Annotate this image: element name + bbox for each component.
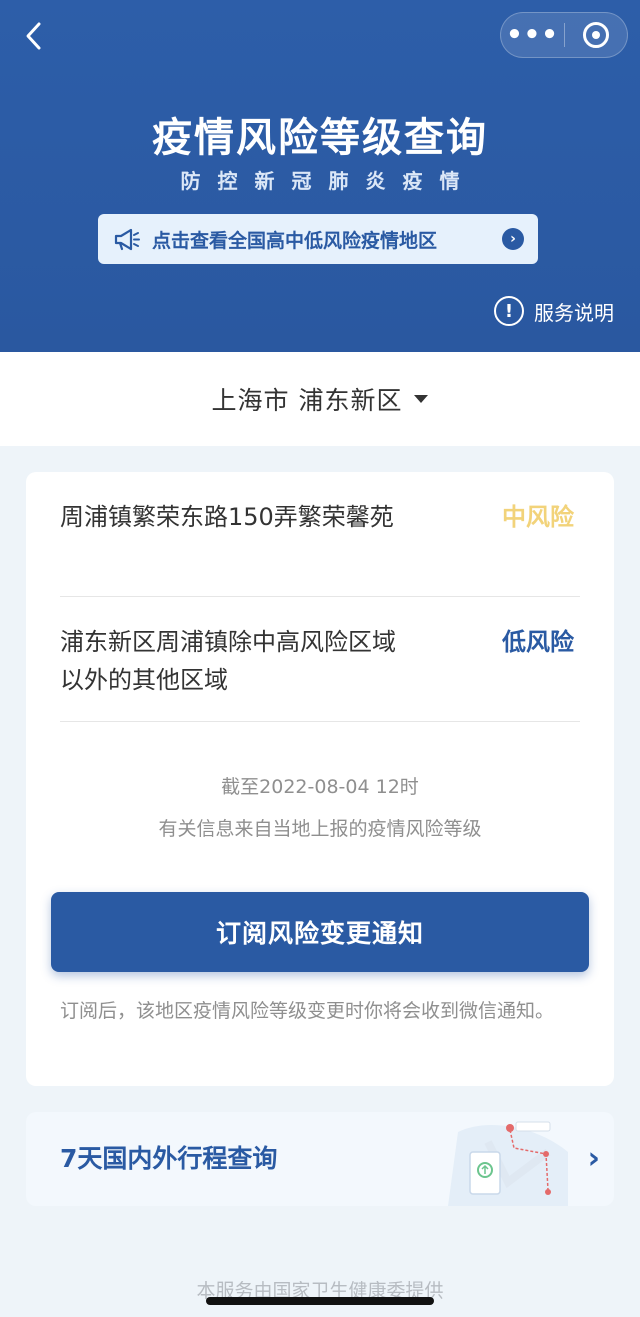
location-selector[interactable]: 上海市 浦东新区	[0, 352, 640, 446]
national-risk-areas-link[interactable]: 点击查看全国高中低风险疫情地区 ›	[98, 214, 538, 264]
source-note: 有关信息来自当地上报的疫情风险等级	[158, 818, 482, 840]
chevron-right-icon: ›	[587, 1141, 600, 1176]
risk-area-name: 周浦镇繁荣东路150弄繁荣馨苑	[60, 503, 394, 531]
more-dots-icon[interactable]: •••	[501, 13, 564, 57]
risk-level-badge: 中风险	[502, 503, 574, 531]
divider	[60, 596, 580, 597]
service-info-label: 服务说明	[534, 300, 614, 325]
notice-text: 点击查看全国高中低风险疫情地区	[152, 229, 438, 252]
chevron-right-icon: ›	[502, 228, 524, 250]
page-title: 疫情风险等级查询	[152, 115, 488, 161]
megaphone-icon	[114, 228, 140, 251]
miniapp-capsule: •••	[500, 12, 628, 58]
back-icon[interactable]	[18, 18, 50, 54]
subscribe-tip: 订阅后，该地区疫情风险等级变更时你将会收到微信通知。	[60, 1000, 555, 1022]
service-info-link[interactable]: ! 服务说明	[494, 296, 614, 326]
risk-row: 周浦镇繁荣东路150弄繁荣馨苑 中风险	[60, 498, 580, 536]
divider	[60, 721, 580, 722]
risk-area-name: 浦东新区周浦镇除中高风险区域以外的其他区域	[60, 628, 396, 694]
route-map-illustration-icon	[448, 1121, 568, 1206]
risk-row: 浦东新区周浦镇除中高风险区域以外的其他区域 低风险	[60, 623, 580, 699]
subscribe-button[interactable]: 订阅风险变更通知	[51, 892, 589, 972]
risk-level-badge: 低风险	[502, 628, 574, 656]
update-time: 截至2022-08-04 12时	[221, 776, 419, 798]
risk-result-card: 周浦镇繁荣东路150弄繁荣馨苑 中风险 浦东新区周浦镇除中高风险区域以外的其他区…	[26, 472, 614, 1086]
trip-query-label: 7天国内外行程查询	[60, 1144, 278, 1173]
miniapp-close-icon[interactable]	[565, 13, 627, 57]
header-banner: ••• 疫情风险等级查询 防控新冠肺炎疫情 点击查看全国高中低风险疫情地区 › …	[0, 0, 640, 352]
exclamation-info-icon: !	[494, 296, 524, 326]
caret-down-icon	[414, 395, 429, 403]
trip-query-link[interactable]: 7天国内外行程查询 ›	[26, 1112, 614, 1206]
home-indicator	[206, 1297, 434, 1305]
location-label: 上海市 浦东新区	[211, 386, 403, 415]
page-subtitle: 防控新冠肺炎疫情	[180, 169, 477, 193]
